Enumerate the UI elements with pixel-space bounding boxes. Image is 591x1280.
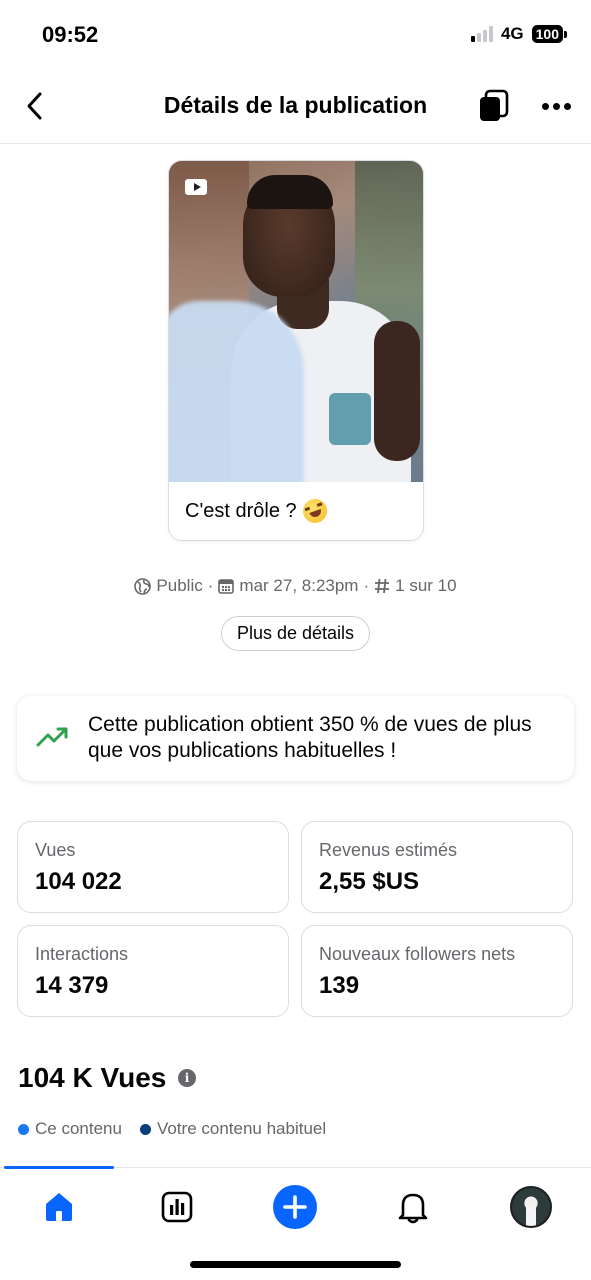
legend-item-usual-content: Votre contenu habituel xyxy=(139,1119,327,1139)
tab-home[interactable] xyxy=(34,1182,84,1232)
post-caption: C'est drôle ? xyxy=(185,495,331,527)
trending-up-icon xyxy=(36,727,68,747)
metric-label: Nouveaux followers nets xyxy=(319,944,516,964)
chart-legend: Ce contenu Votre contenu habituel xyxy=(18,1119,326,1139)
metric-value: 14 379 xyxy=(35,972,109,999)
hashtag-icon xyxy=(374,578,390,594)
post-video-thumbnail[interactable] xyxy=(169,161,423,482)
duplicate-button[interactable] xyxy=(476,88,512,124)
legend-label: Ce contenu xyxy=(35,1119,122,1138)
duplicate-icon xyxy=(480,89,509,121)
status-bar: 09:52 4G 100 xyxy=(0,0,591,70)
status-time: 09:52 xyxy=(42,22,99,47)
tab-create[interactable] xyxy=(270,1182,320,1232)
status-indicators: 4G 100 xyxy=(470,24,567,44)
metric-value: 139 xyxy=(319,972,360,999)
more-icon xyxy=(541,102,549,110)
bell-icon xyxy=(398,1193,428,1224)
metric-card-interactions[interactable]: Interactions 14 379 xyxy=(17,925,289,1017)
metric-card-revenue[interactable]: Revenus estimés 2,55 $US xyxy=(301,821,573,913)
signal-icon xyxy=(470,26,493,42)
active-tab-indicator xyxy=(4,1166,114,1169)
insights-icon xyxy=(161,1191,193,1223)
post-date: mar 27, 8:23pm xyxy=(239,576,359,595)
visibility-label: Public xyxy=(156,576,203,595)
metric-value: 2,55 $US xyxy=(319,868,420,895)
metric-label: Vues xyxy=(35,840,76,860)
metric-label: Revenus estimés xyxy=(319,840,458,860)
metric-card-new-followers[interactable]: Nouveaux followers nets 139 xyxy=(301,925,573,1017)
tab-insights[interactable] xyxy=(152,1182,202,1232)
metric-value: 104 022 xyxy=(35,868,122,895)
home-indicator xyxy=(190,1261,401,1268)
info-icon[interactable]: i xyxy=(178,1069,196,1087)
meta-separator: · xyxy=(363,576,370,595)
views-section-title: 104 K Vues xyxy=(18,1062,167,1093)
laughing-emoji-icon xyxy=(299,495,331,527)
metric-card-views[interactable]: Vues 104 022 xyxy=(17,821,289,913)
post-caption-text: C'est drôle ? xyxy=(185,499,297,522)
home-icon xyxy=(46,1193,72,1221)
metric-label: Interactions xyxy=(35,944,129,964)
create-button[interactable] xyxy=(273,1185,317,1229)
tab-notifications[interactable] xyxy=(388,1182,438,1232)
meta-separator: · xyxy=(207,576,214,595)
video-play-icon xyxy=(185,179,207,195)
performance-insight-card: Cette publication obtient 350 % de vues … xyxy=(17,696,574,781)
plus-icon xyxy=(283,1195,307,1219)
legend-dot xyxy=(139,1123,151,1135)
tab-profile[interactable] xyxy=(506,1182,556,1232)
legend-label: Votre contenu habituel xyxy=(156,1119,327,1138)
battery-level: 100 xyxy=(531,25,563,43)
post-rank: 1 sur 10 xyxy=(395,576,457,595)
page-header: Détails de la publication xyxy=(0,70,591,144)
legend-dot xyxy=(18,1123,29,1135)
network-type: 4G xyxy=(500,24,524,43)
globe-icon xyxy=(134,577,152,595)
more-details-button[interactable]: Plus de détails xyxy=(221,616,370,651)
profile-avatar[interactable] xyxy=(510,1186,552,1228)
post-meta-row: Public · mar 27, 8:23pm · 1 sur 10 xyxy=(0,576,591,596)
post-preview-card[interactable]: C'est drôle ? xyxy=(168,160,424,541)
legend-item-this-content: Ce contenu xyxy=(18,1119,122,1139)
battery-icon: 100 xyxy=(531,25,567,43)
insight-text: Cette publication obtient 350 % de vues … xyxy=(88,713,532,762)
more-options-button[interactable] xyxy=(538,92,574,120)
calendar-icon xyxy=(218,578,235,594)
